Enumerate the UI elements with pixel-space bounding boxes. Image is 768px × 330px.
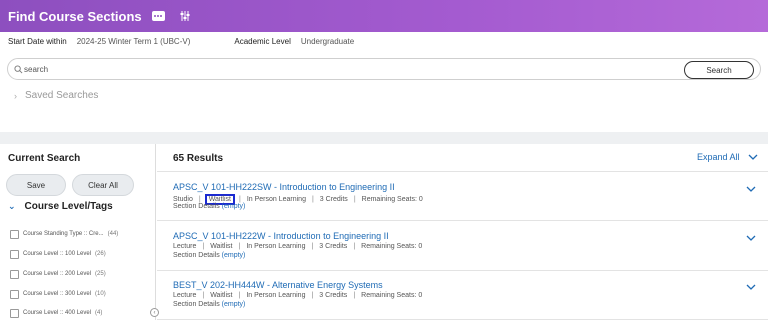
course-meta: Lecture | Waitlist | In Person Learning … bbox=[173, 243, 423, 250]
seats-text: Remaining Seats: 0 bbox=[361, 292, 423, 299]
search-input[interactable] bbox=[24, 62, 664, 76]
divider bbox=[157, 171, 768, 172]
section-details-value: (empty) bbox=[221, 252, 246, 259]
result-item: BEST_V 202-HH444W - Alternative Energy S… bbox=[157, 280, 768, 330]
divider bbox=[157, 270, 768, 271]
academic-level-label: Academic Level bbox=[234, 37, 291, 46]
section-details-label: Section Details bbox=[173, 301, 220, 308]
section-details-label: Section Details bbox=[173, 203, 220, 210]
facet-label: Course Level :: 400 Level bbox=[23, 310, 92, 316]
checkbox[interactable] bbox=[10, 229, 19, 239]
facet-option[interactable]: Course Level :: 200 Level (25) bbox=[10, 268, 106, 280]
search-icon bbox=[14, 65, 23, 74]
chevron-down-icon[interactable] bbox=[746, 284, 756, 290]
start-date-value[interactable]: 2024-25 Winter Term 1 (UBC-V) bbox=[77, 37, 191, 46]
checkbox[interactable] bbox=[10, 269, 19, 279]
chevron-down-icon bbox=[748, 154, 757, 160]
delivery-text: In Person Learning bbox=[246, 243, 306, 250]
delivery-text: In Person Learning bbox=[246, 196, 306, 203]
facet-label: Course Level :: 300 Level bbox=[23, 291, 92, 297]
clear-all-button[interactable]: Clear All bbox=[72, 174, 134, 196]
delivery-text: In Person Learning bbox=[246, 292, 306, 299]
saved-searches-label: Saved Searches bbox=[25, 90, 99, 101]
page-header: Find Course Sections bbox=[0, 0, 768, 32]
more-options-icon[interactable] bbox=[151, 11, 165, 21]
seats-text: Remaining Seats: 0 bbox=[361, 196, 423, 203]
facet-option[interactable]: Course Standing Type :: Cre... (44) bbox=[10, 228, 118, 240]
section-divider-band bbox=[0, 132, 768, 144]
result-item: APSC_V 101-HH222SW - Introduction to Eng… bbox=[157, 182, 768, 232]
facet-option[interactable]: Course Level :: 100 Level (26) bbox=[10, 248, 106, 260]
chevron-down-icon: ⌄ bbox=[8, 201, 16, 211]
facet-label: Course Level :: 200 Level bbox=[23, 271, 92, 277]
course-title-link[interactable]: APSC_V 101-HH222W - Introduction to Engi… bbox=[173, 231, 389, 241]
result-item: APSC_V 101-HH222W - Introduction to Engi… bbox=[157, 231, 768, 281]
start-date-label: Start Date within bbox=[8, 37, 67, 46]
search-bar: Search bbox=[7, 58, 761, 80]
divider bbox=[157, 220, 768, 221]
course-level-facet-toggle[interactable]: ⌄ Course Level/Tags bbox=[8, 201, 113, 212]
section-details: Section Details (empty) bbox=[173, 203, 245, 210]
facet-option[interactable]: Course Level :: 400 Level (4) bbox=[10, 307, 102, 319]
checkbox[interactable] bbox=[10, 308, 19, 318]
saved-searches-toggle[interactable]: › Saved Searches bbox=[14, 90, 98, 101]
facet-title: Course Level/Tags bbox=[24, 201, 113, 212]
format-text: Lecture bbox=[173, 292, 197, 299]
checkbox[interactable] bbox=[10, 249, 19, 259]
format-text: Studio bbox=[173, 196, 193, 203]
search-criteria: Start Date within 2024-25 Winter Term 1 … bbox=[8, 37, 354, 46]
facet-option[interactable]: Course Level :: 300 Level (10) bbox=[10, 288, 106, 300]
section-details-value: (empty) bbox=[221, 203, 246, 210]
status-text: Waitlist bbox=[210, 292, 233, 299]
search-button[interactable]: Search bbox=[684, 61, 754, 79]
results-count: 65 Results bbox=[173, 153, 224, 164]
credits-text: 3 Credits bbox=[319, 243, 348, 250]
course-meta: Lecture | Waitlist | In Person Learning … bbox=[173, 292, 423, 299]
academic-level-value[interactable]: Undergraduate bbox=[301, 37, 354, 46]
section-details: Section Details (empty) bbox=[173, 252, 245, 259]
section-details-label: Section Details bbox=[173, 252, 220, 259]
checkbox[interactable] bbox=[10, 289, 19, 299]
save-button[interactable]: Save bbox=[6, 174, 66, 196]
facet-count: (4) bbox=[95, 310, 103, 316]
filter-settings-icon[interactable] bbox=[179, 10, 191, 22]
chevron-right-icon: › bbox=[14, 90, 17, 101]
facet-count: (44) bbox=[107, 231, 119, 237]
page-title: Find Course Sections bbox=[8, 8, 142, 24]
facet-count: (26) bbox=[95, 251, 106, 257]
facet-label: Course Level :: 100 Level bbox=[23, 251, 92, 257]
expand-all-button[interactable]: Expand All bbox=[697, 152, 758, 162]
current-search-title: Current Search bbox=[8, 153, 81, 164]
credits-text: 3 Credits bbox=[319, 292, 348, 299]
facet-count: (10) bbox=[95, 291, 106, 297]
section-details: Section Details (empty) bbox=[173, 301, 245, 308]
expand-all-label: Expand All bbox=[697, 152, 740, 162]
course-title-link[interactable]: BEST_V 202-HH444W - Alternative Energy S… bbox=[173, 280, 383, 290]
chevron-down-icon[interactable] bbox=[746, 235, 756, 241]
course-title-link[interactable]: APSC_V 101-HH222SW - Introduction to Eng… bbox=[173, 182, 395, 192]
facet-label: Course Standing Type :: Cre... bbox=[23, 231, 104, 237]
credits-text: 3 Credits bbox=[319, 196, 348, 203]
format-text: Lecture bbox=[173, 243, 197, 250]
facet-count: (25) bbox=[95, 271, 106, 277]
status-text: Waitlist bbox=[210, 243, 233, 250]
chevron-down-icon[interactable] bbox=[746, 186, 756, 192]
section-details-value: (empty) bbox=[221, 301, 246, 308]
seats-text: Remaining Seats: 0 bbox=[361, 243, 423, 250]
filter-panel: Current Search Save Clear All ⌄ Course L… bbox=[0, 144, 156, 320]
